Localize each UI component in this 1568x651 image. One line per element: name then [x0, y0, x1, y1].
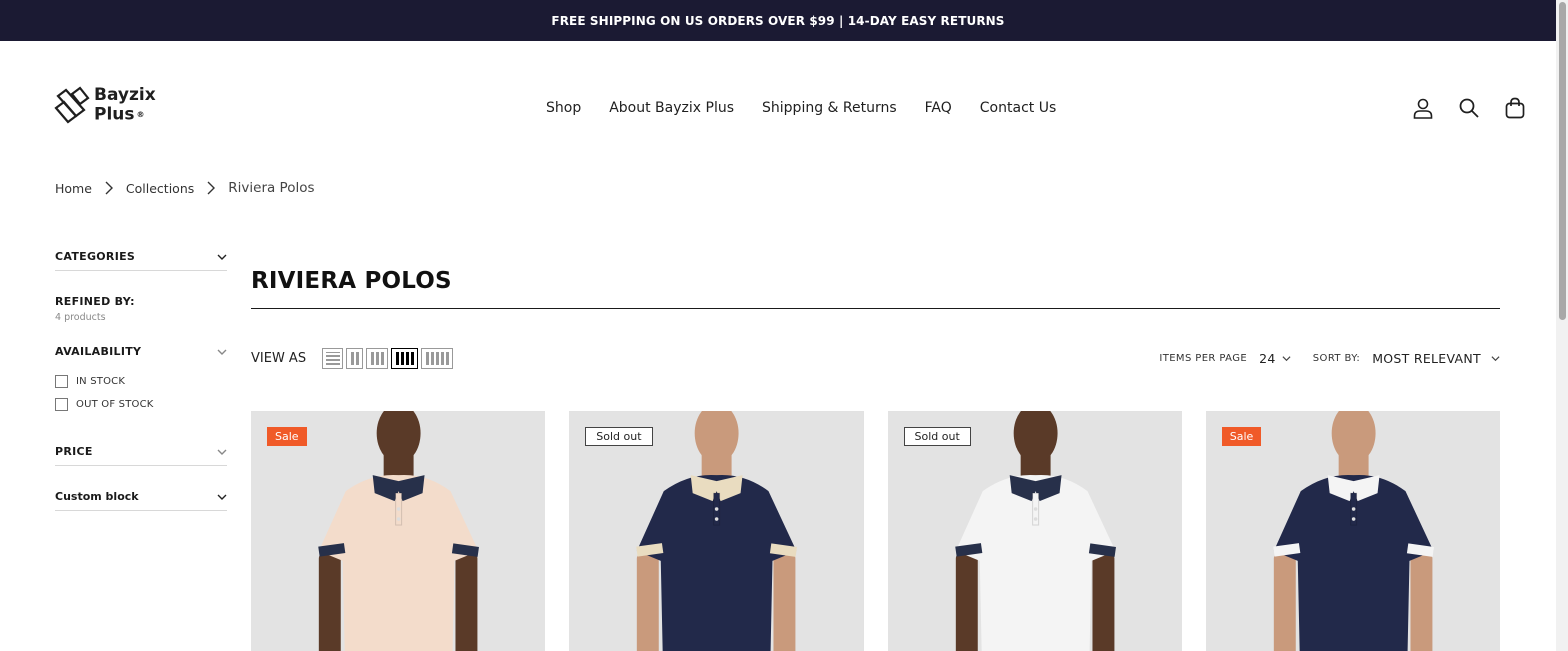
chevron-down-icon [217, 494, 227, 500]
collection-header: RIVIERA POLOS [251, 268, 1500, 309]
items-per-page-value: 24 [1259, 350, 1276, 366]
filter-price-label: PRICE [55, 445, 93, 458]
product-badge: Sold out [903, 427, 971, 446]
refined-by: REFINED BY: 4 products [55, 295, 227, 323]
filter-price[interactable]: PRICE [55, 445, 227, 466]
chevron-down-icon [1282, 355, 1291, 361]
filter-sidebar: CATEGORIES REFINED BY: 4 products AVAILA… [55, 250, 227, 511]
product-badge: Sale [267, 427, 307, 446]
nav-shop[interactable]: Shop [546, 100, 581, 116]
nav-about[interactable]: About Bayzix Plus [609, 100, 734, 116]
breadcrumb-home[interactable]: Home [55, 181, 92, 196]
view-2-column-button[interactable] [346, 347, 364, 369]
filter-availability-header[interactable]: AVAILABILITY [55, 345, 227, 365]
header-icons [1412, 97, 1526, 119]
chevron-right-icon [105, 181, 113, 195]
page-scrollbar[interactable] [1556, 0, 1568, 651]
filter-option-in-stock[interactable]: IN STOCK [55, 375, 227, 388]
announcement-text: FREE SHIPPING ON US ORDERS OVER $99 | 14… [551, 13, 1005, 28]
product-badge: Sold out [585, 427, 653, 446]
filter-availability-label: AVAILABILITY [55, 345, 142, 358]
product-count: 4 products [55, 312, 106, 323]
product-photo [251, 411, 546, 651]
cart-icon[interactable] [1504, 97, 1526, 119]
option-label: OUT OF STOCK [76, 399, 154, 410]
product-grid: Sale Sold out Sold out Sale [251, 411, 1500, 651]
sort-by-value: MOST RELEVANT [1372, 350, 1481, 366]
option-label: IN STOCK [76, 376, 126, 387]
sort-by-label: SORT BY: [1312, 352, 1361, 364]
main-nav: Shop About Bayzix Plus Shipping & Return… [546, 100, 1056, 116]
view-list-button[interactable] [322, 347, 344, 369]
filter-categories[interactable]: CATEGORIES [55, 250, 227, 271]
brand-logo[interactable]: Bayzix Plus ® [52, 86, 156, 125]
brand-registered: ® [136, 110, 145, 119]
chevron-down-icon [217, 449, 227, 455]
chevron-down-icon [217, 349, 227, 355]
product-photo [887, 411, 1182, 651]
breadcrumb-current: Riviera Polos [228, 180, 315, 196]
brand-mark-icon [54, 86, 90, 124]
view-as-label: VIEW AS [251, 350, 307, 366]
filter-option-out-of-stock[interactable]: OUT OF STOCK [55, 398, 227, 411]
product-card[interactable]: Sale [251, 411, 546, 651]
scrollbar-thumb[interactable] [1559, 2, 1566, 320]
account-icon[interactable] [1412, 97, 1434, 119]
checkbox-out-of-stock[interactable] [55, 398, 68, 411]
nav-faq[interactable]: FAQ [925, 100, 952, 116]
nav-contact[interactable]: Contact Us [980, 100, 1056, 116]
chevron-down-icon [217, 254, 227, 260]
brand-line-2: Plus [94, 104, 135, 125]
filter-availability: AVAILABILITY IN STOCK OUT OF STOCK [55, 345, 227, 411]
product-photo [569, 411, 864, 651]
product-photo [1205, 411, 1500, 651]
items-per-page-select[interactable]: 24 [1259, 351, 1291, 366]
chevron-right-icon [207, 181, 216, 195]
filter-custom-block[interactable]: Custom block [55, 490, 227, 511]
breadcrumb: Home Collections Riviera Polos [55, 180, 315, 196]
product-card[interactable]: Sale [1205, 411, 1500, 651]
search-icon[interactable] [1458, 97, 1480, 119]
view-3-column-button[interactable] [366, 347, 389, 369]
checkbox-in-stock[interactable] [55, 375, 68, 388]
brand-line-1: Bayzix [94, 85, 156, 105]
view-mode-buttons [322, 347, 454, 369]
product-badge: Sale [1221, 427, 1262, 446]
items-per-page-label: ITEMS PER PAGE [1159, 352, 1248, 364]
refined-by-label: REFINED BY: [55, 295, 135, 308]
announcement-bar: FREE SHIPPING ON US ORDERS OVER $99 | 14… [0, 0, 1556, 41]
filter-categories-label: CATEGORIES [55, 250, 136, 263]
product-card[interactable]: Sold out [569, 411, 864, 651]
nav-shipping-returns[interactable]: Shipping & Returns [762, 100, 897, 116]
product-card[interactable]: Sold out [887, 411, 1182, 651]
sort-controls: ITEMS PER PAGE 24 SORT BY: MOST RELEVANT [1159, 351, 1500, 366]
view-4-column-button[interactable] [391, 347, 419, 369]
brand-wordmark: Bayzix Plus ® [94, 86, 156, 125]
filter-custom-block-label: Custom block [55, 490, 139, 503]
page-title: RIVIERA POLOS [251, 268, 1500, 309]
collection-toolbar: VIEW AS ITEMS PER PAGE 24 SORT BY: MOST … [251, 346, 1500, 370]
chevron-down-icon [1491, 355, 1500, 361]
sort-by-select[interactable]: MOST RELEVANT [1372, 351, 1500, 366]
view-5-column-button[interactable] [421, 347, 454, 369]
breadcrumb-collections[interactable]: Collections [126, 181, 194, 196]
